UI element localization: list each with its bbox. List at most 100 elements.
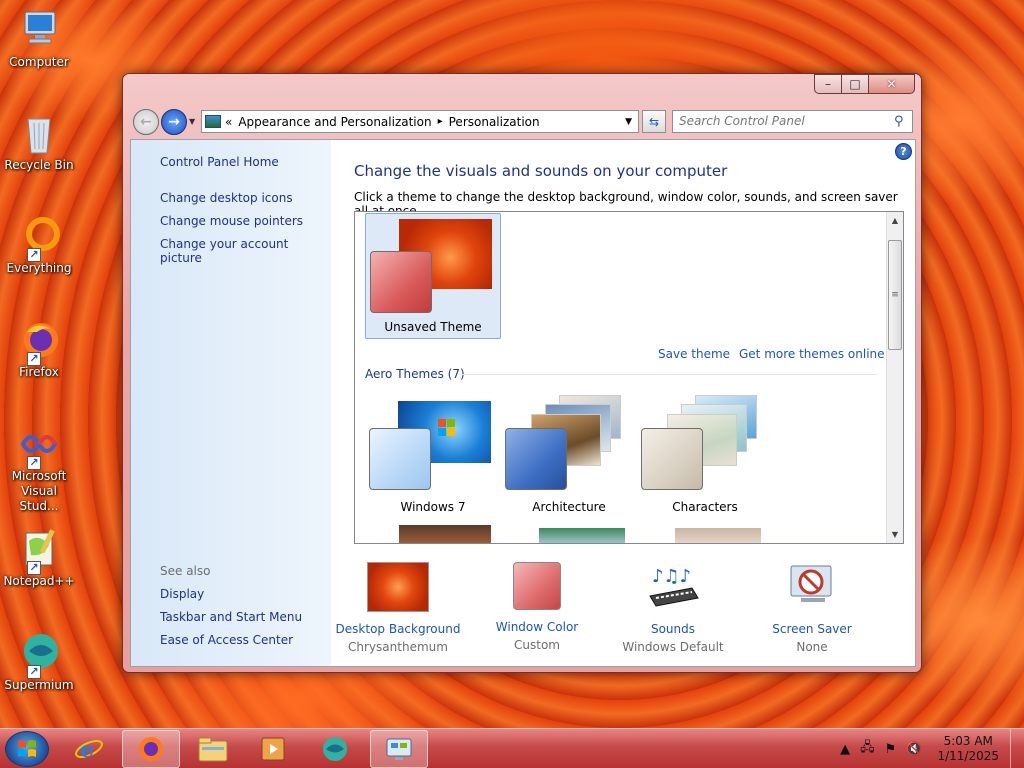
change-mouse-pointers-link[interactable]: Change mouse pointers bbox=[160, 214, 303, 228]
desktop-icon-label: Microsoft bbox=[11, 469, 67, 483]
scroll-down-icon[interactable]: ▼ bbox=[887, 526, 903, 543]
taskbar-file-explorer[interactable] bbox=[184, 730, 242, 768]
show-hidden-icons-icon[interactable]: ▲ bbox=[840, 742, 850, 757]
theme-thumbnail-partial[interactable] bbox=[539, 528, 625, 543]
help-icon[interactable]: ? bbox=[895, 143, 912, 160]
window-color-setting[interactable]: Window Color Custom bbox=[472, 562, 602, 652]
sounds-icon: ♪♫♪ bbox=[642, 562, 704, 612]
sidebar: Control Panel Home Change desktop icons … bbox=[131, 140, 331, 666]
search-icon[interactable]: ⚲ bbox=[894, 114, 904, 129]
window-controls: – □ ✕ bbox=[814, 74, 915, 94]
refresh-icon: ⇆ bbox=[648, 114, 660, 129]
clock-time: 5:03 AM bbox=[943, 734, 993, 748]
show-desktop-button[interactable] bbox=[1010, 729, 1024, 768]
search-input[interactable]: Search Control Panel bbox=[672, 110, 913, 133]
media-player-icon bbox=[261, 737, 285, 761]
see-also-heading: See also bbox=[160, 564, 211, 578]
save-theme-link[interactable]: Save theme bbox=[658, 347, 730, 361]
taskbar-firefox[interactable] bbox=[122, 730, 180, 768]
window-color-swatch bbox=[513, 562, 561, 610]
action-center-flag-icon[interactable]: ⚑ bbox=[885, 742, 897, 757]
supermium-icon bbox=[323, 737, 347, 761]
desktop-icon-everything[interactable]: ↗ Everything bbox=[2, 214, 76, 276]
desktop-icon-notepad-plus-plus[interactable]: ↗ Notepad++ bbox=[2, 527, 76, 589]
group-divider bbox=[459, 374, 877, 375]
minimize-button[interactable]: – bbox=[814, 74, 842, 94]
taskbar-start-menu-link[interactable]: Taskbar and Start Menu bbox=[160, 610, 302, 624]
screen-saver-setting[interactable]: Screen Saver None bbox=[747, 562, 877, 654]
address-dropdown-icon[interactable]: ▼ bbox=[625, 117, 632, 127]
window-color-link[interactable]: Window Color bbox=[472, 620, 602, 634]
desktop-icon-label: Everything bbox=[6, 261, 72, 275]
theme-architecture[interactable]: Architecture bbox=[501, 392, 637, 518]
forward-button[interactable]: → bbox=[161, 109, 187, 135]
breadcrumb-personalization[interactable]: Personalization bbox=[449, 115, 540, 129]
everything-icon: ↗ bbox=[17, 214, 61, 262]
theme-thumbnail-partial[interactable] bbox=[675, 528, 761, 543]
screen-saver-link[interactable]: Screen Saver bbox=[747, 622, 877, 636]
network-icon[interactable]: 🖧 bbox=[860, 738, 875, 760]
theme-unsaved[interactable]: Unsaved Theme bbox=[365, 213, 501, 339]
ease-of-access-link[interactable]: Ease of Access Center bbox=[160, 633, 293, 647]
shortcut-arrow-icon: ↗ bbox=[27, 248, 41, 262]
taskbar-supermium[interactable] bbox=[306, 730, 364, 768]
desktop-icon-visual-studio[interactable]: ↗ Microsoft Visual Stud... bbox=[2, 422, 76, 514]
close-button[interactable]: ✕ bbox=[869, 74, 915, 94]
desktop-icon-supermium[interactable]: ↗ Supermium bbox=[2, 631, 76, 693]
desktop-background-link[interactable]: Desktop Background bbox=[333, 622, 463, 636]
shortcut-arrow-icon: ↗ bbox=[27, 456, 41, 470]
theme-color-swatch bbox=[641, 428, 703, 490]
svg-text:e: e bbox=[80, 737, 94, 763]
clock[interactable]: 5:03 AM 1/11/2025 bbox=[937, 734, 999, 764]
taskbar-media-player[interactable] bbox=[244, 730, 302, 768]
theme-label: Windows 7 bbox=[400, 500, 466, 514]
taskbar-internet-explorer[interactable]: e bbox=[60, 730, 118, 768]
themes-scrollbar[interactable]: ▲ ≡ ▼ bbox=[886, 212, 903, 543]
sounds-setting[interactable]: ♪♫♪ Sounds Windows Default bbox=[608, 562, 738, 654]
content-area: Control Panel Home Change desktop icons … bbox=[130, 139, 916, 667]
display-link[interactable]: Display bbox=[160, 587, 204, 601]
clock-date: 1/11/2025 bbox=[937, 749, 999, 763]
recent-pages-dropdown[interactable]: ▼ bbox=[189, 117, 195, 126]
desktop-icon-label: Visual Stud... bbox=[19, 484, 59, 513]
computer-icon bbox=[17, 8, 61, 52]
refresh-button[interactable]: ⇆ bbox=[642, 110, 666, 133]
change-account-picture-link[interactable]: Change your account picture bbox=[160, 237, 331, 265]
theme-thumbnail-partial[interactable] bbox=[399, 525, 491, 543]
theme-windows-7[interactable]: Windows 7 bbox=[365, 392, 501, 518]
breadcrumb-separator-icon[interactable]: ▸ bbox=[438, 116, 443, 127]
address-prefix[interactable]: « bbox=[225, 115, 232, 129]
maximize-button[interactable]: □ bbox=[842, 74, 869, 94]
back-button[interactable]: ← bbox=[133, 109, 159, 135]
theme-color-swatch bbox=[505, 428, 567, 490]
desktop-icon-firefox[interactable]: ↗ Firefox bbox=[2, 318, 76, 380]
desktop-background-thumbnail bbox=[367, 562, 429, 612]
back-arrow-icon: ← bbox=[140, 114, 152, 130]
notepad-plus-plus-icon: ↗ bbox=[17, 527, 61, 575]
control-panel-icon bbox=[205, 115, 221, 128]
theme-characters[interactable]: Characters bbox=[637, 392, 773, 518]
visual-studio-icon: ↗ bbox=[17, 422, 61, 470]
get-more-themes-link[interactable]: Get more themes online bbox=[739, 347, 885, 361]
desktop-icon-computer[interactable]: Computer bbox=[2, 8, 76, 70]
desktop-icon-label: Computer bbox=[9, 55, 69, 69]
themes-list: Unsaved Theme Save theme Get more themes… bbox=[354, 211, 904, 544]
main-panel: ? Change the visuals and sounds on your … bbox=[331, 140, 915, 666]
shortcut-arrow-icon: ↗ bbox=[27, 352, 41, 366]
windows-logo-icon bbox=[18, 740, 36, 757]
scroll-up-icon[interactable]: ▲ bbox=[887, 212, 903, 229]
start-button[interactable] bbox=[5, 731, 49, 767]
desktop-icon-label: Firefox bbox=[19, 365, 59, 379]
address-bar[interactable]: « Appearance and Personalization ▸ Perso… bbox=[201, 110, 639, 133]
desktop-icon-recycle-bin[interactable]: Recycle Bin bbox=[2, 111, 76, 173]
control-panel-home-link[interactable]: Control Panel Home bbox=[160, 155, 279, 169]
desktop-background-setting[interactable]: Desktop Background Chrysanthemum bbox=[333, 562, 463, 654]
file-explorer-icon bbox=[198, 737, 228, 762]
theme-label: Characters bbox=[672, 500, 738, 514]
sounds-link[interactable]: Sounds bbox=[608, 622, 738, 636]
taskbar-control-panel[interactable] bbox=[370, 730, 428, 768]
breadcrumb-appearance[interactable]: Appearance and Personalization bbox=[238, 115, 431, 129]
change-desktop-icons-link[interactable]: Change desktop icons bbox=[160, 191, 293, 205]
volume-muted-icon[interactable]: 🔇 bbox=[906, 742, 922, 757]
scroll-thumb[interactable]: ≡ bbox=[888, 240, 902, 350]
